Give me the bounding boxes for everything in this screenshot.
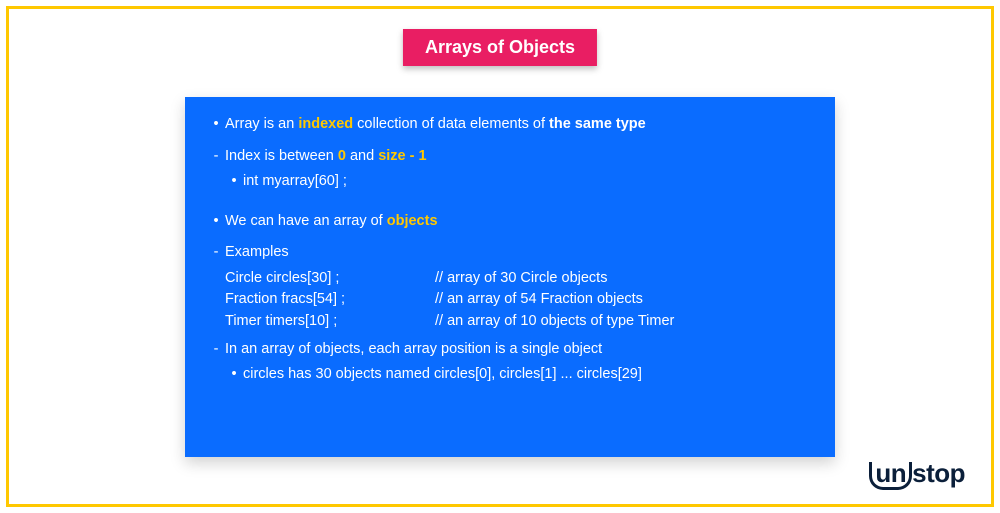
- point-int-myarray: • int myarray[60] ;: [207, 172, 813, 192]
- text: circles has 30 objects named circles[0],…: [243, 365, 813, 385]
- text: In an array of objects, each array posit…: [225, 340, 813, 360]
- dash-icon: -: [207, 340, 225, 360]
- slide-frame: Arrays of Objects • Array is an indexed …: [6, 6, 994, 507]
- example-decl: Circle circles[30] ;: [225, 269, 435, 289]
- example-comment: // an array of 54 Fraction objects: [435, 290, 813, 310]
- point-examples: - Examples: [207, 243, 813, 263]
- logo-un: un: [869, 462, 912, 490]
- example-row: Circle circles[30] ; // array of 30 Circ…: [225, 269, 813, 289]
- example-row: Fraction fracs[54] ; // an array of 54 F…: [225, 290, 813, 310]
- bold-same-type: the same type: [549, 116, 646, 132]
- bullet-icon: •: [225, 365, 243, 385]
- text: collection of data elements of: [353, 116, 549, 132]
- text: Array is an: [225, 116, 298, 132]
- highlight-size-minus-1: size - 1: [378, 148, 426, 164]
- example-comment: // an array of 10 objects of type Timer: [435, 312, 813, 332]
- point-each-position: - In an array of objects, each array pos…: [207, 340, 813, 360]
- examples-label: Examples: [225, 243, 813, 263]
- dash-icon: -: [207, 243, 225, 263]
- example-row: Timer timers[10] ; // an array of 10 obj…: [225, 312, 813, 332]
- highlight-zero: 0: [338, 148, 346, 164]
- code-int-myarray: int myarray[60] ;: [243, 172, 813, 192]
- point-array-indexed: • Array is an indexed collection of data…: [207, 115, 813, 135]
- slide-title: Arrays of Objects: [403, 29, 597, 66]
- text: Index is between: [225, 148, 338, 164]
- bullet-icon: •: [207, 115, 225, 135]
- examples-block: Circle circles[30] ; // array of 30 Circ…: [207, 269, 813, 332]
- point-circles-named: • circles has 30 objects named circles[0…: [207, 365, 813, 385]
- point-array-of-objects: • We can have an array of objects: [207, 212, 813, 232]
- highlight-objects: objects: [387, 213, 438, 229]
- text: We can have an array of: [225, 213, 387, 229]
- example-comment: // array of 30 Circle objects: [435, 269, 813, 289]
- logo-stop: stop: [912, 458, 965, 488]
- bullet-icon: •: [207, 212, 225, 232]
- example-decl: Timer timers[10] ;: [225, 312, 435, 332]
- example-decl: Fraction fracs[54] ;: [225, 290, 435, 310]
- point-index-range: - Index is between 0 and size - 1: [207, 147, 813, 167]
- brand-logo: unstop: [869, 458, 965, 490]
- bullet-icon: •: [225, 172, 243, 192]
- highlight-indexed: indexed: [298, 116, 353, 132]
- content-panel: • Array is an indexed collection of data…: [185, 97, 835, 457]
- text: and: [346, 148, 378, 164]
- dash-icon: -: [207, 147, 225, 167]
